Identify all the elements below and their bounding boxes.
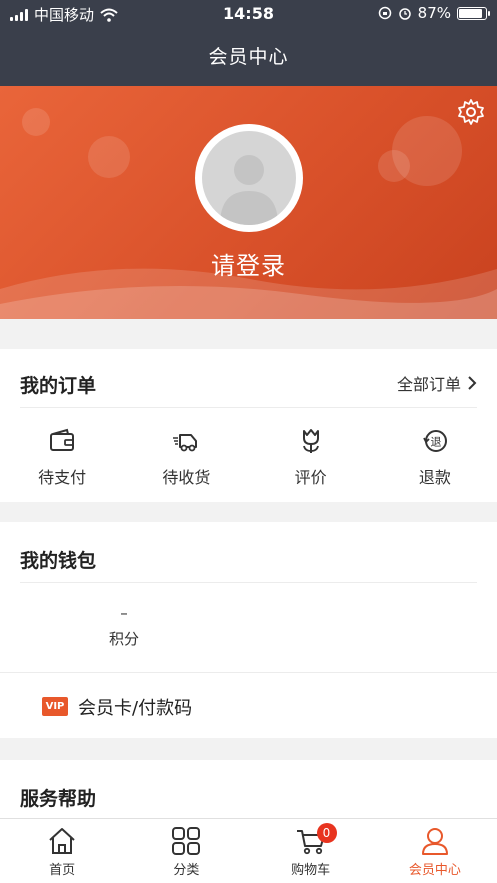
delivery-truck-icon [173, 434, 198, 452]
order-item-label: 待支付 [38, 468, 87, 487]
service-title: 服务帮助 [20, 788, 97, 810]
alarm-icon [398, 8, 411, 20]
wallet-card: 我的钱包 – 积分 VIP 会员卡/付款码 [0, 522, 497, 738]
tab-label: 购物车 [291, 863, 331, 878]
page-title: 会员中心 [208, 46, 289, 68]
cart-count-badge: 0 [316, 823, 337, 843]
wallet-icon [50, 428, 75, 451]
status-bar: 中国移动 14:58 87% [0, 0, 497, 28]
tab-cart[interactable]: 0 购物车 [249, 819, 373, 883]
divider [20, 582, 477, 583]
profile-banner: 请登录 [0, 86, 497, 319]
rotation-lock-icon [378, 6, 391, 20]
divider [20, 407, 477, 408]
tab-label: 分类 [173, 863, 200, 878]
gear-icon[interactable] [457, 98, 485, 126]
decor-bubble [22, 108, 50, 136]
order-item-label: 退款 [418, 468, 451, 487]
all-orders-label: 全部订单 [396, 375, 461, 394]
tab-member-center[interactable]: 会员中心 [373, 819, 497, 883]
member-card-label: 会员卡/付款码 [78, 698, 193, 719]
points-value: – [120, 604, 128, 622]
orders-card: 我的订单 全部订单 待支付 待收货 评价 退 退款 [0, 349, 497, 502]
refund-icon: 退 [423, 430, 447, 452]
all-orders-link[interactable]: 全部订单 [397, 371, 477, 395]
order-item-label: 待收货 [162, 468, 211, 487]
battery-icon [457, 6, 490, 20]
bottom-tab-bar: 首页 分类 0 购物车 会员中心 [0, 818, 497, 883]
decor-bubble [378, 150, 410, 182]
tab-label: 首页 [49, 863, 76, 878]
points-label: 积分 [108, 630, 139, 648]
service-card: 服务帮助 [0, 760, 497, 818]
category-grid-icon [172, 827, 201, 855]
default-avatar-icon [202, 131, 296, 225]
tab-label: 会员中心 [408, 863, 461, 878]
order-refund[interactable]: 退 退款 [373, 424, 497, 494]
decor-bubble [88, 136, 130, 178]
login-link[interactable]: 请登录 [0, 246, 497, 281]
home-icon [49, 828, 75, 854]
points-block[interactable]: – 积分 [70, 604, 178, 649]
tab-category[interactable]: 分类 [124, 819, 248, 883]
avatar[interactable] [195, 124, 303, 232]
orders-title: 我的订单 [20, 375, 97, 397]
svg-text:退: 退 [430, 436, 441, 449]
tulip-icon [302, 429, 319, 453]
order-item-label: 评价 [294, 468, 327, 487]
user-icon [421, 828, 448, 855]
vip-card-icon: VIP [42, 697, 68, 716]
member-card-row[interactable]: VIP 会员卡/付款码 [0, 672, 497, 738]
wallet-title: 我的钱包 [20, 550, 97, 572]
battery-percent: 87% [417, 4, 451, 22]
order-review[interactable]: 评价 [249, 424, 373, 494]
chevron-right-icon [468, 376, 477, 390]
order-pending-receipt[interactable]: 待收货 [124, 424, 248, 494]
tab-home[interactable]: 首页 [0, 819, 124, 883]
order-pending-payment[interactable]: 待支付 [0, 424, 124, 494]
top-bar: 中国移动 14:58 87% 会员中心 [0, 0, 497, 86]
